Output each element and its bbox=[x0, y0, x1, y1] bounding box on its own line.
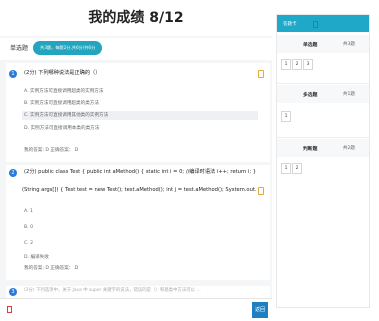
bookmark-icon[interactable] bbox=[258, 187, 264, 195]
question-card: 3 (2分) 下列选项中，关于 Java 中 super 关键字的说法，错误的是… bbox=[6, 286, 270, 298]
tab-single-choice[interactable]: 单选题 bbox=[10, 43, 28, 52]
option-c: C. 实例方法可直接调用其他类的实例方法 bbox=[22, 111, 258, 120]
main-panel: 我的成绩 8/12 单选题 共3题，每题2分,共6分/共6分 1 (2分) 下列… bbox=[0, 0, 272, 321]
footer-bar: 返回 bbox=[0, 298, 272, 321]
bookmark-icon[interactable] bbox=[313, 21, 318, 28]
divider bbox=[277, 83, 369, 84]
answer-card-label: 答题卡 bbox=[283, 22, 297, 27]
section-multiple-choice: 多选题 共1题 1 bbox=[277, 85, 369, 135]
option-d: D. 编译失败 bbox=[24, 255, 49, 260]
question-number-badge: 1 bbox=[9, 70, 17, 78]
section-count: 共2题 bbox=[342, 146, 355, 151]
question-jump-button[interactable]: 1 bbox=[281, 111, 291, 122]
answer-line: 我的答案: D 正确答案： D bbox=[24, 266, 79, 271]
section-true-false: 判断题 共2题 1 2 bbox=[277, 139, 369, 187]
question-number-badge: 3 bbox=[9, 288, 17, 296]
question-type-bar: 单选题 共3题，每题2分,共6分/共6分 bbox=[0, 38, 272, 60]
question-number-grid: 1 2 3 bbox=[281, 59, 313, 70]
question-stem: (2分) 下列哪种说法是正确的（） bbox=[24, 70, 101, 76]
section-name: 多选题 bbox=[303, 93, 318, 98]
back-button[interactable]: 返回 bbox=[252, 302, 268, 318]
question-number-grid: 1 bbox=[281, 111, 291, 122]
section-header: 单选题 共3题 bbox=[277, 35, 369, 53]
question-card: 2 (2分) public class Test { public int aM… bbox=[6, 165, 270, 280]
question-stem: (2分) 下列选项中，关于 Java 中 super 关键字的说法，错误的是（）… bbox=[24, 288, 201, 293]
question-jump-button[interactable]: 2 bbox=[292, 59, 302, 70]
question-card: 1 (2分) 下列哪种说法是正确的（） A. 实例方法可直接调用超类的实例方法 … bbox=[6, 63, 270, 162]
divider bbox=[277, 137, 369, 138]
answer-card-header: 答题卡 bbox=[277, 15, 369, 32]
question-stem-line-2: (String args[]) { Test test = new Test()… bbox=[22, 187, 256, 193]
section-name: 判断题 bbox=[303, 147, 318, 152]
page-title: 我的成绩 8/12 bbox=[0, 0, 272, 36]
option-a: A. 1 bbox=[24, 209, 33, 214]
section-header: 判断题 共2题 bbox=[277, 139, 369, 157]
option-a: A. 实例方法可直接调用超类的实例方法 bbox=[24, 89, 104, 94]
bookmark-icon[interactable] bbox=[258, 70, 264, 78]
question-jump-button[interactable]: 1 bbox=[281, 163, 291, 174]
question-jump-button[interactable]: 3 bbox=[303, 59, 313, 70]
option-d: D. 实例方法可直接调用本类的类方法 bbox=[24, 126, 100, 131]
option-c: C. 2 bbox=[24, 241, 34, 246]
score-summary-pill: 共3题，每题2分,共6分/共6分 bbox=[33, 41, 103, 55]
bookmark-icon[interactable] bbox=[7, 306, 12, 313]
section-count: 共3题 bbox=[342, 42, 355, 47]
question-jump-button[interactable]: 1 bbox=[281, 59, 291, 70]
section-single-choice: 单选题 共3题 1 2 3 bbox=[277, 35, 369, 79]
section-name: 单选题 bbox=[303, 43, 318, 48]
question-stem-line-1: (2分) public class Test { public int aMet… bbox=[24, 169, 256, 175]
question-number-badge: 2 bbox=[9, 169, 17, 177]
option-b: B. 实例方法可直接调用超类的类方法 bbox=[24, 101, 99, 106]
question-number-grid: 1 2 bbox=[281, 163, 302, 174]
section-count: 共1题 bbox=[342, 92, 355, 97]
answer-line: 我的答案: D 正确答案： D bbox=[24, 148, 79, 153]
section-header: 多选题 共1题 bbox=[277, 85, 369, 103]
answer-card-sidebar: 答题卡 单选题 共3题 1 2 3 多选题 共1题 1 判断题 共2题 1 2 bbox=[276, 14, 370, 308]
option-b: B. 0 bbox=[24, 225, 33, 230]
question-jump-button[interactable]: 2 bbox=[292, 163, 302, 174]
